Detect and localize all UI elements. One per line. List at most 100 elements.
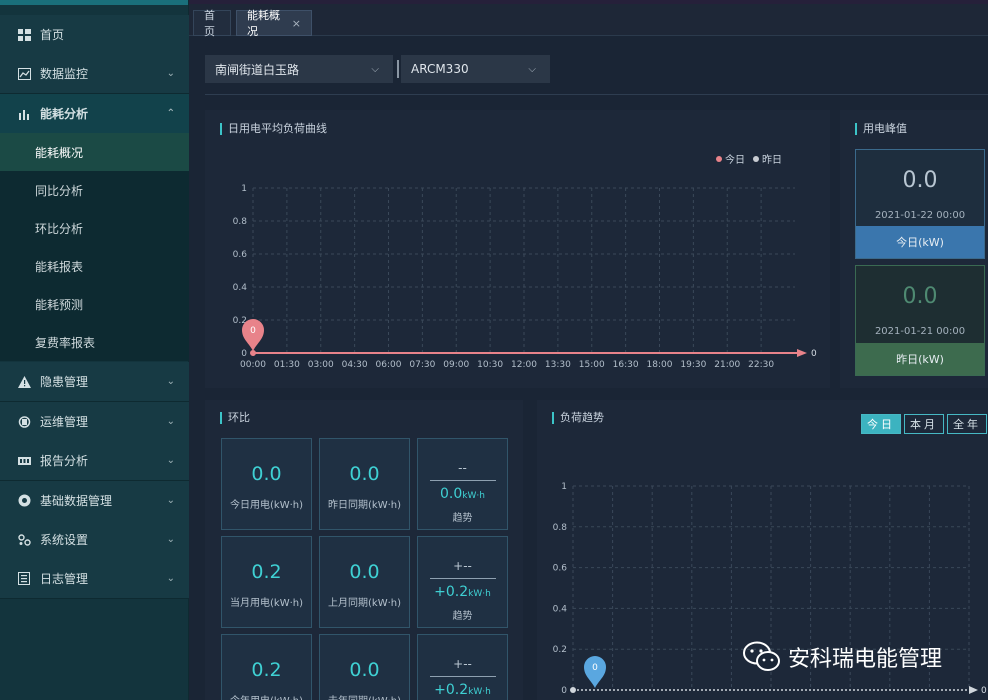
watermark: 安科瑞电能管理 <box>742 640 942 674</box>
x-tick-label: 22:30 <box>748 360 774 370</box>
submenu-energy-overview[interactable]: 能耗概况 <box>0 133 189 171</box>
trend-label: 趋势 <box>452 513 473 524</box>
tab-label: 能耗概况 <box>247 9 280 38</box>
card-label: 昨日同期(kW·h) <box>328 500 401 511</box>
card-value: 0.2 <box>251 561 282 583</box>
trend-value: +0.2 <box>434 682 469 698</box>
trend-value: 0.0 <box>440 486 463 502</box>
today-value-marker[interactable]: 0 <box>242 319 264 351</box>
trend-top: +-- <box>453 559 472 573</box>
y-tick-label: 1 <box>241 184 247 194</box>
y-tick-label: 0.8 <box>233 217 248 227</box>
marker-label: 0 <box>250 326 256 336</box>
ratio-title: 环比 <box>220 412 250 424</box>
x-tick-label: 01:30 <box>274 360 300 370</box>
submenu-energy-report[interactable]: 能耗报表 <box>0 247 189 285</box>
peak-today-label: 今日(kW) <box>856 226 984 258</box>
sidebar-item-label: 能耗分析 <box>40 107 89 121</box>
card-value: 0.0 <box>349 659 380 681</box>
today-usage-card: 0.0 今日用电(kW·h) <box>221 438 312 530</box>
year-usage-card: 0.2 今年用电(kW·h) <box>221 634 312 700</box>
x-tick-label: 16:30 <box>613 360 639 370</box>
sidebar-item-hazard[interactable]: 隐患管理 ⌄ <box>0 362 189 402</box>
peak-yesterday-date: 2021-01-21 00:00 <box>874 326 966 337</box>
monitor-icon <box>16 66 32 82</box>
chevron-down-icon: ⌵ <box>528 63 536 75</box>
peak-yesterday-value: 0.0 <box>902 284 938 309</box>
database-icon <box>16 493 32 509</box>
trend-value-marker[interactable]: 0 <box>584 656 606 688</box>
card-value: 0.2 <box>251 659 282 681</box>
trend-divider <box>430 676 496 677</box>
sidebar-item-report-analysis[interactable]: 报告分析 ⌄ <box>0 441 189 481</box>
x-tick-label: 06:00 <box>376 360 402 370</box>
y-tick-label: 0.4 <box>553 604 568 614</box>
sidebar: 首页 数据监控 ⌄ 能耗分析 ⌃ 能耗概况 同比分析 环比分析 能耗报表 能耗预… <box>0 0 189 700</box>
sidebar-top-accent <box>0 0 188 5</box>
sidebar-item-label: 基础数据管理 <box>40 494 113 508</box>
peak-today-value: 0.0 <box>902 168 938 193</box>
log-icon <box>16 571 32 587</box>
x-tick-label: 15:00 <box>579 360 605 370</box>
report-icon <box>16 453 32 469</box>
trend-value: +0.2 <box>434 584 469 600</box>
y-tick-label: 0 <box>561 686 567 696</box>
sidebar-item-base-data[interactable]: 基础数据管理 ⌄ <box>0 481 189 521</box>
trend-top: -- <box>458 461 467 475</box>
sidebar-item-label: 首页 <box>40 28 65 42</box>
tab-bar: 首页 能耗概况 × <box>189 4 988 38</box>
wechat-icon <box>743 641 780 671</box>
settings-icon <box>16 532 32 548</box>
x-tick-label: 21:00 <box>714 360 740 370</box>
trend-divider <box>430 480 496 481</box>
site-select[interactable]: 南闸街道白玉路 ⌵ <box>205 55 393 83</box>
last-month-same-period-card: 0.0 上月同期(kW·h) <box>319 536 410 628</box>
sidebar-item-label: 隐患管理 <box>40 375 89 389</box>
chevron-down-icon: ⌄ <box>166 376 175 387</box>
sidebar-item-energy-analysis[interactable]: 能耗分析 ⌃ <box>0 94 189 134</box>
axis-arrow <box>969 686 978 694</box>
y-tick-label: 0.4 <box>233 283 248 293</box>
y-tick-label: 0.6 <box>233 250 248 260</box>
sidebar-item-home[interactable]: 首页 <box>0 15 189 55</box>
peak-today-date: 2021-01-22 00:00 <box>874 210 966 221</box>
chevron-down-icon: ⌄ <box>166 416 175 427</box>
sidebar-item-maintenance[interactable]: 运维管理 ⌄ <box>0 402 189 442</box>
watermark-text: 安科瑞电能管理 <box>788 647 943 672</box>
daily-load-chart: 00.20.40.60.8100:00 01:30 03:00 04:30 06:00 0… <box>233 184 817 370</box>
daily-trend-card: -- 0.0kW·h 趋势 <box>417 438 508 530</box>
sidebar-item-label: 日志管理 <box>40 572 89 586</box>
x-tick-label: 13:30 <box>545 360 571 370</box>
peak-title: 用电峰值 <box>855 123 907 135</box>
site-select-value: 南闸街道白玉路 <box>215 62 300 77</box>
trend-value-line: +0.2kW·h <box>418 584 507 600</box>
chevron-down-icon: ⌄ <box>166 495 175 506</box>
x-tick-label: 03:00 <box>308 360 334 370</box>
meter-select-value: ARCM330 <box>411 62 469 76</box>
sidebar-item-label: 报告分析 <box>40 454 89 468</box>
meter-select[interactable]: ARCM330 ⌵ <box>401 55 550 83</box>
trend-unit: kW·h <box>468 589 491 599</box>
sidebar-item-log[interactable]: 日志管理 ⌄ <box>0 559 189 599</box>
close-icon[interactable]: × <box>292 17 301 30</box>
trend-value-line: +0.2kW·h <box>418 682 507 698</box>
chevron-down-icon: ⌄ <box>166 455 175 466</box>
sidebar-item-data-monitor[interactable]: 数据监控 ⌄ <box>0 54 189 94</box>
card-label: 去年同期(kW·h) <box>320 692 409 700</box>
x-tick-label: 00:00 <box>240 360 266 370</box>
marker-label: 0 <box>592 663 598 673</box>
trend-top: +-- <box>453 657 472 671</box>
card-label: 今年用电(kW·h) <box>222 692 311 700</box>
dashboard-icon <box>16 27 32 43</box>
tab-energy-overview[interactable]: 能耗概况 × <box>236 9 312 38</box>
submenu-multi-rate-report[interactable]: 复费率报表 <box>0 323 189 361</box>
card-label: 上月同期(kW·h) <box>328 598 401 609</box>
sidebar-item-system-settings[interactable]: 系统设置 ⌄ <box>0 520 189 560</box>
tab-home[interactable]: 首页 <box>193 9 231 38</box>
submenu-mom-analysis[interactable]: 环比分析 <box>0 209 189 247</box>
submenu-energy-forecast[interactable]: 能耗预测 <box>0 285 189 323</box>
tab-label: 首页 <box>204 9 215 38</box>
yearly-trend-card: +-- +0.2kW·h 趋势 <box>417 634 508 700</box>
submenu-yoy-analysis[interactable]: 同比分析 <box>0 171 189 209</box>
end-value-label: 0 <box>981 686 987 696</box>
